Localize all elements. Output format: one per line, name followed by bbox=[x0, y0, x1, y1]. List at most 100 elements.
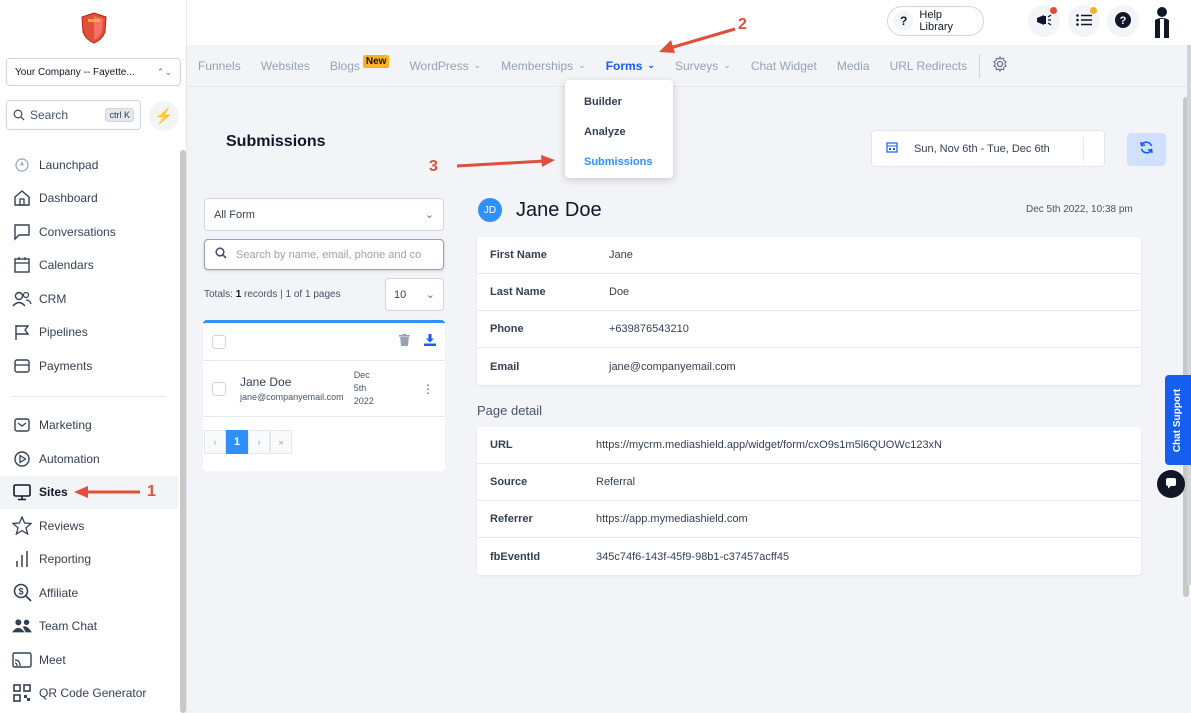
tasks-button[interactable] bbox=[1068, 5, 1100, 37]
tab-url-redirects[interactable]: URL Redirects bbox=[890, 59, 968, 73]
svg-text:?: ? bbox=[1120, 15, 1127, 27]
tab-memberships[interactable]: Memberships ⌄ bbox=[501, 59, 586, 73]
sidebar-item-launchpad[interactable]: Launchpad bbox=[0, 148, 178, 182]
row-date-line: Dec bbox=[353, 370, 370, 380]
more-vertical-icon[interactable]: ⋮ bbox=[422, 382, 434, 396]
sidebar-item-affiliate[interactable]: $ Affiliate bbox=[0, 576, 178, 610]
announcements-button[interactable] bbox=[1028, 5, 1060, 37]
row-checkbox[interactable] bbox=[212, 381, 226, 396]
tab-forms[interactable]: Forms ⌄ bbox=[606, 59, 655, 73]
quick-actions-button[interactable]: ⚡ bbox=[149, 101, 179, 131]
field-key: Source bbox=[490, 476, 528, 488]
row-date: Dec 5th 2022 bbox=[354, 369, 374, 408]
menu-item-builder[interactable]: Builder bbox=[565, 87, 673, 117]
field-key: First Name bbox=[490, 249, 547, 261]
tab-chat-widget[interactable]: Chat Widget bbox=[751, 59, 817, 73]
sidebar-item-payments[interactable]: Payments bbox=[0, 349, 178, 383]
date-range-picker[interactable]: Sun, Nov 6th - Tue, Dec 6th bbox=[871, 130, 1105, 167]
pagination-last[interactable]: » bbox=[270, 430, 292, 454]
rocket-icon bbox=[12, 155, 32, 175]
sidebar-item-label: Affiliate bbox=[39, 585, 79, 600]
field-row: Referrer https://app.mymediashield.com bbox=[477, 501, 1141, 538]
bar-chart-icon bbox=[12, 549, 32, 569]
sidebar-item-label: Conversations bbox=[39, 224, 116, 239]
home-icon bbox=[12, 188, 32, 208]
chat-bubble-button[interactable] bbox=[1157, 470, 1185, 498]
sidebar-item-pipelines[interactable]: Pipelines bbox=[0, 316, 178, 350]
trash-icon[interactable] bbox=[399, 334, 410, 349]
totals-prefix: Totals: bbox=[204, 289, 236, 300]
annotation-step-3: 3 bbox=[429, 158, 438, 175]
form-filter-select[interactable]: All Form ⌄ bbox=[204, 198, 444, 231]
sidebar-item-dashboard[interactable]: Dashboard bbox=[0, 182, 178, 216]
users-icon bbox=[12, 289, 32, 309]
sidebar-item-reviews[interactable]: Reviews bbox=[0, 509, 178, 543]
tab-blogs[interactable]: Blogs New bbox=[329, 55, 390, 73]
tab-surveys[interactable]: Surveys ⌄ bbox=[675, 59, 731, 73]
pagination-page[interactable]: 1 bbox=[226, 430, 248, 454]
pagination-next[interactable]: › bbox=[248, 430, 270, 454]
calendar-icon bbox=[12, 255, 32, 275]
sidebar-item-qr-code-generator[interactable]: QR Code Generator bbox=[0, 677, 178, 711]
download-icon[interactable] bbox=[424, 334, 436, 349]
menu-item-submissions[interactable]: Submissions bbox=[565, 147, 673, 177]
form-filter-value: All Form bbox=[214, 208, 255, 221]
sidebar-item-label: Meet bbox=[39, 652, 66, 667]
gear-icon[interactable] bbox=[992, 55, 1008, 75]
page-detail-fields: URL https://mycrm.mediashield.app/widget/… bbox=[477, 427, 1141, 575]
flag-icon bbox=[12, 322, 32, 342]
sidebar-item-team-chat[interactable]: Team Chat bbox=[0, 610, 178, 644]
question-icon: ? bbox=[894, 11, 914, 31]
company-switcher[interactable]: Your Company -- Fayette... ⌃⌄ bbox=[6, 58, 181, 86]
mail-icon bbox=[12, 415, 32, 435]
list-item[interactable]: Jane Doe jane@companyemail.com Dec 5th 2… bbox=[203, 361, 445, 417]
refresh-button[interactable] bbox=[1127, 133, 1166, 166]
help-button[interactable]: ? bbox=[1107, 5, 1139, 37]
qr-icon bbox=[12, 683, 32, 703]
tab-wordpress[interactable]: WordPress ⌄ bbox=[409, 59, 481, 73]
tab-label: Chat Widget bbox=[750, 58, 817, 73]
field-value: https://app.mymediashield.com bbox=[596, 513, 748, 525]
date-range-divider bbox=[1083, 137, 1084, 161]
help-library-button[interactable]: ? Help Library bbox=[887, 6, 984, 36]
sidebar-scrollbar[interactable] bbox=[180, 150, 186, 713]
tab-websites[interactable]: Websites bbox=[261, 59, 310, 73]
sidebar-item-reporting[interactable]: Reporting bbox=[0, 543, 178, 577]
tab-funnels[interactable]: Funnels bbox=[198, 59, 241, 73]
per-page-select[interactable]: 10 ⌄ bbox=[385, 278, 444, 311]
user-avatar[interactable] bbox=[1147, 4, 1177, 38]
chevron-down-icon: ⌄ bbox=[424, 209, 434, 221]
contact-fields: First Name Jane Last Name Doe Phone +639876… bbox=[477, 237, 1141, 385]
tab-label: Blogs bbox=[329, 58, 360, 73]
sidebar-item-calendars[interactable]: Calendars bbox=[0, 249, 178, 283]
company-logo[interactable] bbox=[80, 12, 108, 44]
sidebar-item-conversations[interactable]: Conversations bbox=[0, 215, 178, 249]
field-row: Email jane@companyemail.com bbox=[477, 348, 1141, 385]
field-row: Last Name Doe bbox=[477, 274, 1141, 311]
window-edge-scrollbar bbox=[1187, 45, 1191, 585]
chat-icon bbox=[12, 222, 32, 242]
field-value: Referral bbox=[596, 476, 636, 488]
chat-support-tab[interactable]: Chat Support bbox=[1165, 375, 1191, 465]
field-key: URL bbox=[490, 439, 513, 451]
totals-text: Totals: 1 records | 1 of 1 pages bbox=[204, 289, 341, 300]
submission-header: JD Jane Doe bbox=[478, 198, 602, 222]
sidebar-search[interactable]: Search ctrl K bbox=[6, 100, 141, 130]
sidebar-item-marketing[interactable]: Marketing bbox=[0, 409, 178, 443]
sidebar-item-crm[interactable]: CRM bbox=[0, 282, 178, 316]
svg-text:$: $ bbox=[18, 587, 23, 597]
sidebar-item-meet[interactable]: Meet bbox=[0, 643, 178, 677]
search-icon bbox=[13, 109, 25, 121]
list-icon bbox=[1076, 13, 1092, 29]
sidebar-item-automation[interactable]: Automation bbox=[0, 442, 178, 476]
forms-dropdown-menu: Builder Analyze Submissions bbox=[565, 80, 673, 178]
select-all-checkbox[interactable] bbox=[212, 334, 226, 349]
field-row: Phone +639876543210 bbox=[477, 311, 1141, 348]
submission-search-input[interactable]: Search by name, email, phone and co bbox=[204, 239, 444, 270]
field-value: Doe bbox=[609, 286, 630, 298]
pagination-prev[interactable]: ‹ bbox=[204, 430, 226, 454]
menu-item-analyze[interactable]: Analyze bbox=[565, 117, 673, 147]
tab-media[interactable]: Media bbox=[837, 59, 870, 73]
chevron-down-icon: ⌄ bbox=[425, 289, 435, 301]
cast-icon bbox=[12, 650, 32, 670]
